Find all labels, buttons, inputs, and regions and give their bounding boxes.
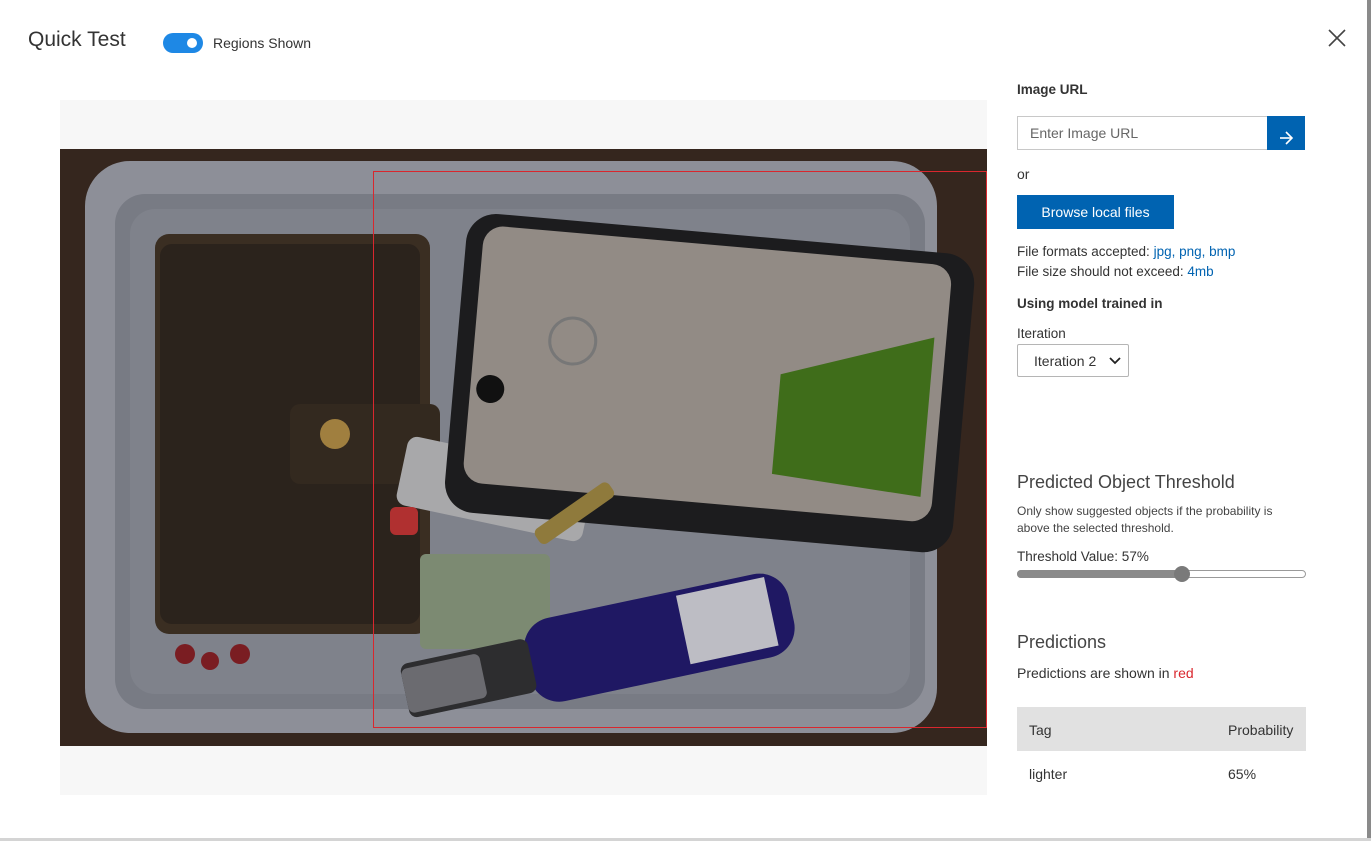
image-preview — [60, 100, 987, 795]
close-icon — [1328, 29, 1346, 47]
submit-url-button[interactable] — [1267, 116, 1305, 150]
column-header-tag: Tag — [1029, 722, 1052, 738]
image-url-label: Image URL — [1017, 82, 1088, 97]
table-row[interactable]: lighter 65% — [1017, 751, 1306, 795]
threshold-title: Predicted Object Threshold — [1017, 472, 1235, 492]
file-formats-prefix: File formats accepted: — [1017, 244, 1150, 259]
iteration-select[interactable]: Iteration 2 — [1017, 344, 1129, 377]
predictions-table: Tag Probability lighter 65% — [1017, 707, 1306, 795]
quick-test-dialog: Quick Test Regions Shown Image URL Enter… — [0, 0, 1371, 841]
window-right-border — [1367, 0, 1371, 841]
iteration-selected-value: Iteration 2 — [1034, 353, 1097, 369]
threshold-value-label: Threshold Value: 57% — [1017, 549, 1149, 564]
arrow-right-icon — [1280, 130, 1294, 145]
regions-toggle[interactable] — [163, 33, 203, 53]
file-size-info: File size should not exceed: 4mb — [1017, 264, 1214, 279]
close-button[interactable] — [1323, 24, 1351, 52]
column-header-probability: Probability — [1228, 722, 1294, 738]
tag-cell: lighter — [1029, 766, 1068, 782]
browse-local-files-button[interactable]: Browse local files — [1017, 195, 1174, 229]
predictions-title: Predictions — [1017, 632, 1107, 652]
file-size-prefix: File size should not exceed: — [1017, 264, 1184, 279]
table-header: Tag Probability — [1017, 707, 1306, 751]
slider-fill — [1017, 570, 1182, 578]
slider-thumb[interactable] — [1174, 566, 1190, 582]
test-image — [60, 149, 987, 746]
predictions-note-prefix: Predictions are shown in — [1017, 665, 1170, 681]
dialog-title: Quick Test — [28, 28, 126, 51]
regions-toggle-label: Regions Shown — [213, 35, 312, 51]
file-size-limit: 4mb — [1187, 264, 1214, 279]
model-heading: Using model trained in — [1017, 296, 1163, 311]
probability-cell: 65% — [1228, 766, 1257, 782]
threshold-description: Only show suggested objects if the proba… — [1017, 504, 1273, 535]
predictions-note: Predictions are shown in red — [1017, 665, 1194, 681]
file-formats-list: jpg, png, bmp — [1153, 244, 1236, 259]
chevron-down-icon — [1109, 357, 1121, 365]
predictions-note-color: red — [1173, 665, 1194, 681]
file-formats-info: File formats accepted: jpg, png, bmp — [1017, 244, 1235, 259]
toggle-knob — [187, 38, 197, 48]
prediction-region-box[interactable] — [373, 171, 987, 728]
image-url-input[interactable] — [1017, 116, 1267, 150]
or-separator: or — [1017, 166, 1030, 182]
threshold-slider[interactable] — [1017, 566, 1306, 582]
iteration-label: Iteration — [1017, 326, 1066, 341]
